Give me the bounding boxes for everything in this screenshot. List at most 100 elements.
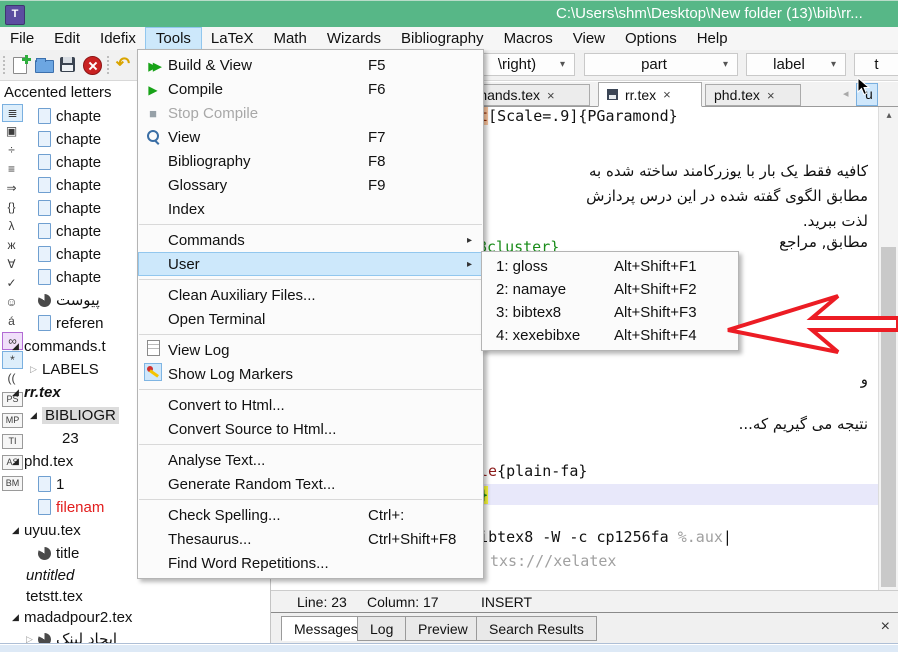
- menu-view[interactable]: View: [563, 28, 615, 50]
- menu-wizards[interactable]: Wizards: [317, 28, 391, 50]
- section-combo[interactable]: part ▾: [584, 53, 738, 76]
- submenu-item-bibtex8[interactable]: 3: bibtex8Alt+Shift+F3: [482, 301, 738, 324]
- tab-log[interactable]: Log: [357, 616, 406, 641]
- tree-item-create-link[interactable]: ▷ايجاد لينک: [26, 629, 117, 643]
- arrows-icon[interactable]: ⇒: [2, 180, 21, 196]
- tree-item-appendix[interactable]: پیوست: [38, 290, 100, 310]
- expanded-triangle-icon[interactable]: ◢: [12, 456, 24, 467]
- tree-item-1[interactable]: 1: [38, 474, 64, 494]
- submenu-item-gloss[interactable]: 1: glossAlt+Shift+F1: [482, 255, 738, 278]
- smiley-icon[interactable]: ☺: [2, 294, 21, 310]
- editor-scrollbar[interactable]: ▴ ▾: [878, 107, 898, 612]
- tree-item-23[interactable]: 23: [62, 428, 79, 448]
- menu-tools[interactable]: Tools: [146, 28, 201, 50]
- check-icon[interactable]: ✓: [2, 275, 21, 291]
- menu-item-view[interactable]: ViewF7: [138, 125, 483, 149]
- menu-item-clean-auxiliary-files[interactable]: Clean Auxiliary Files...: [138, 283, 483, 307]
- title-bar[interactable]: T C:\Users\shm\Desktop\New folder (13)\b…: [0, 0, 898, 27]
- menu-item-bibliography[interactable]: BibliographyF8: [138, 149, 483, 173]
- menu-file[interactable]: File: [0, 28, 44, 50]
- tab-rr-tex[interactable]: rr.tex ×: [598, 82, 702, 107]
- collapsed-triangle-icon[interactable]: ▷: [26, 634, 38, 644]
- menu-latex[interactable]: LaTeX: [201, 28, 264, 50]
- structure-panel-icon[interactable]: ≣: [2, 104, 23, 122]
- tree-item-phd-tex[interactable]: ◢phd.tex: [12, 451, 73, 471]
- tab-preview[interactable]: Preview: [405, 616, 481, 641]
- tree-item-title[interactable]: title: [38, 543, 79, 563]
- tree-item-bibliography[interactable]: ◢BIBLIOGR: [30, 405, 119, 425]
- menu-bibliography[interactable]: Bibliography: [391, 28, 494, 50]
- tab-close-icon[interactable]: ×: [547, 88, 555, 103]
- menu-item-compile[interactable]: ▶CompileF6: [138, 77, 483, 101]
- menu-item-open-terminal[interactable]: Open Terminal: [138, 307, 483, 331]
- delimiters-icon[interactable]: {}: [2, 199, 21, 215]
- menu-item-index[interactable]: Index: [138, 197, 483, 221]
- tree-item-rr-tex[interactable]: ◢rr.tex: [12, 382, 61, 402]
- greek-icon[interactable]: λ: [2, 218, 21, 234]
- menu-item-commands[interactable]: Commands▸: [138, 228, 483, 252]
- label-combo[interactable]: label ▾: [746, 53, 846, 76]
- tab-scroll-left-icon[interactable]: ◂: [843, 87, 849, 100]
- menu-item-analyse-text[interactable]: Analyse Text...: [138, 448, 483, 472]
- expanded-triangle-icon[interactable]: ◢: [12, 525, 24, 536]
- beamer-icon[interactable]: BM: [2, 476, 23, 491]
- tree-item-commands-tex[interactable]: ◢commands.t: [12, 336, 106, 356]
- tree-item-chapter[interactable]: chapte: [38, 106, 101, 126]
- toolbar-grip[interactable]: [3, 56, 8, 74]
- menu-options[interactable]: Options: [615, 28, 687, 50]
- tikz-icon[interactable]: TI: [2, 434, 23, 449]
- tree-item-chapter[interactable]: chapte: [38, 244, 101, 264]
- menu-item-build-and-view[interactable]: ▶▶Build & ViewF5: [138, 53, 483, 77]
- menu-item-check-spelling[interactable]: Check Spelling...Ctrl+:: [138, 503, 483, 527]
- expanded-triangle-icon[interactable]: ◢: [30, 410, 42, 421]
- tree-item-chapter[interactable]: chapte: [38, 221, 101, 241]
- accented-icon[interactable]: á: [2, 313, 21, 329]
- tree-item-labels[interactable]: ▷LABELS: [30, 359, 99, 379]
- submenu-item-namaye[interactable]: 2: namayeAlt+Shift+F2: [482, 278, 738, 301]
- tree-item-tetstt-tex[interactable]: tetstt.tex: [26, 586, 83, 606]
- menu-item-glossary[interactable]: GlossaryF9: [138, 173, 483, 197]
- math-divide-icon[interactable]: ÷: [2, 142, 21, 158]
- tab-phd-tex[interactable]: phd.tex ×: [705, 84, 801, 106]
- tab-close-icon[interactable]: ×: [767, 88, 775, 103]
- menu-item-convert-to-html[interactable]: Convert to Html...: [138, 393, 483, 417]
- relations-icon[interactable]: ≡: [2, 161, 21, 177]
- font-combo[interactable]: t: [854, 53, 898, 76]
- tree-item-chapter[interactable]: chapte: [38, 152, 101, 172]
- expanded-triangle-icon[interactable]: ◢: [12, 341, 24, 352]
- menu-item-generate-random-text[interactable]: Generate Random Text...: [138, 472, 483, 496]
- tab-search-results[interactable]: Search Results: [476, 616, 597, 641]
- tree-item-uyuu-tex[interactable]: ◢uyuu.tex: [12, 520, 81, 540]
- menu-macros[interactable]: Macros: [494, 28, 563, 50]
- menu-math[interactable]: Math: [263, 28, 316, 50]
- bookmarks-panel-icon[interactable]: ▣: [2, 123, 21, 139]
- expanded-triangle-icon[interactable]: ◢: [12, 387, 24, 398]
- undo-button[interactable]: ↶: [112, 54, 134, 76]
- menu-idefix[interactable]: Idefix: [90, 28, 146, 50]
- cyrillic-icon[interactable]: ж: [2, 237, 21, 253]
- tree-item-untitled[interactable]: untitled: [26, 565, 74, 585]
- tree-item-chapter[interactable]: chapte: [38, 129, 101, 149]
- new-file-button[interactable]: [9, 54, 31, 76]
- tree-item-chapter[interactable]: chapte: [38, 198, 101, 218]
- operators-icon[interactable]: ∀: [2, 256, 21, 272]
- close-file-button[interactable]: [81, 54, 103, 76]
- panel-close-icon[interactable]: ×: [881, 618, 890, 636]
- open-file-button[interactable]: [33, 54, 55, 76]
- tree-item-madadpour2-tex[interactable]: ◢madadpour2.tex: [12, 607, 132, 627]
- menu-item-view-log[interactable]: View Log: [138, 338, 483, 362]
- expanded-triangle-icon[interactable]: ◢: [12, 612, 24, 623]
- tree-item-chapter[interactable]: chapte: [38, 267, 101, 287]
- submenu-item-xexebibxe[interactable]: 4: xexebibxeAlt+Shift+F4: [482, 324, 738, 347]
- tree-item-references[interactable]: referen: [38, 313, 104, 333]
- scroll-up-icon[interactable]: ▴: [879, 107, 898, 124]
- bracket-combo[interactable]: \right) ▾: [473, 53, 575, 76]
- collapsed-triangle-icon[interactable]: ▷: [30, 364, 42, 375]
- menu-item-user[interactable]: User▸: [138, 252, 483, 276]
- menu-item-convert-source-to-html[interactable]: Convert Source to Html...: [138, 417, 483, 441]
- menu-item-find-word-repetitions[interactable]: Find Word Repetitions...: [138, 551, 483, 575]
- menu-item-show-log-markers[interactable]: Show Log Markers: [138, 362, 483, 386]
- menu-edit[interactable]: Edit: [44, 28, 90, 50]
- menu-item-thesaurus[interactable]: Thesaurus...Ctrl+Shift+F8: [138, 527, 483, 551]
- tab-close-icon[interactable]: ×: [663, 87, 671, 102]
